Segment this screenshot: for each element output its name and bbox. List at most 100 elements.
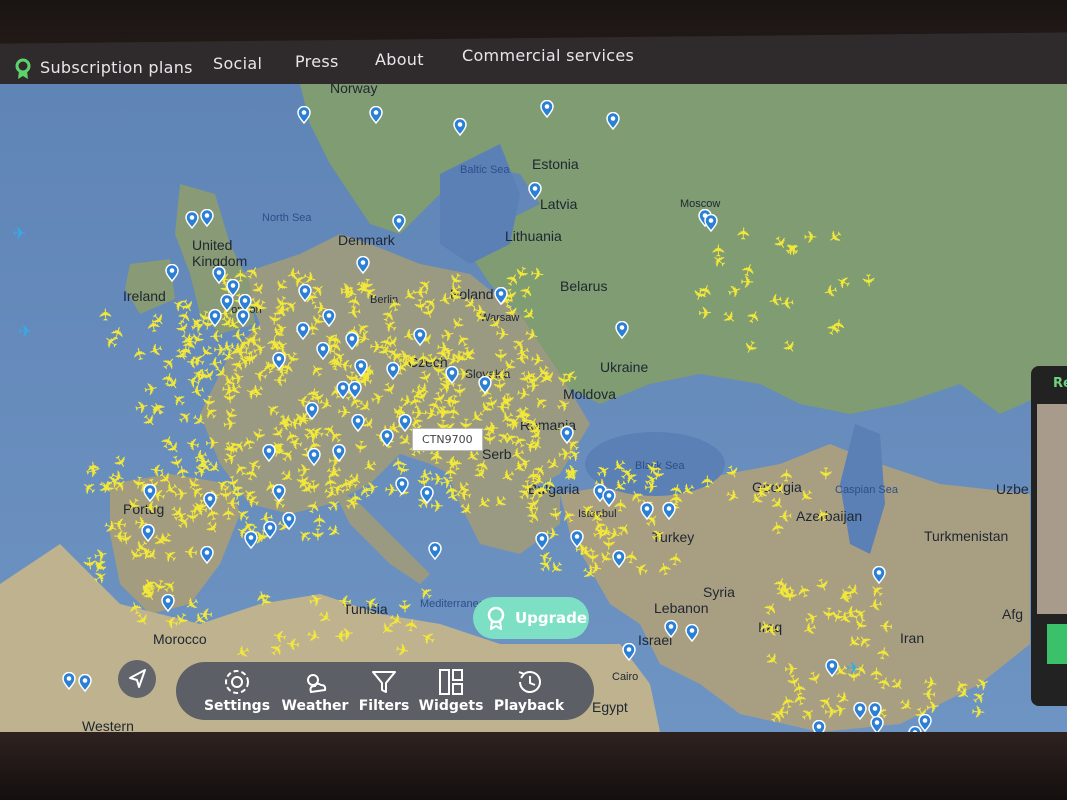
airport-pin-icon[interactable] (200, 546, 214, 564)
weather-button[interactable]: Weather (280, 662, 350, 720)
nav-social[interactable]: Social (213, 54, 262, 73)
aircraft-icon[interactable]: ✈ (348, 438, 370, 455)
aircraft-icon[interactable]: ✈ (829, 317, 851, 334)
airport-pin-icon[interactable] (141, 524, 155, 542)
flight-callsign-tag[interactable]: CTN9700 (412, 428, 483, 451)
aircraft-icon[interactable]: ✈ (815, 466, 835, 481)
aircraft-icon[interactable]: ✈ (666, 551, 688, 568)
aircraft-icon[interactable]: ✈ (543, 506, 565, 524)
airport-pin-icon[interactable] (685, 624, 699, 642)
ad-side-panel[interactable]: Re (1031, 366, 1067, 706)
airport-pin-icon[interactable] (208, 309, 222, 327)
airport-pin-icon[interactable] (307, 448, 321, 466)
aircraft-icon[interactable]: ✈ (740, 273, 755, 293)
airport-pin-icon[interactable] (354, 359, 368, 377)
airport-pin-icon[interactable] (212, 266, 226, 284)
aircraft-icon[interactable]: ✈ (335, 402, 352, 424)
airport-pin-icon[interactable] (236, 309, 250, 327)
aircraft-icon[interactable]: ✈ (970, 703, 986, 724)
aircraft-icon[interactable]: ✈ (18, 324, 32, 341)
airport-pin-icon[interactable] (570, 530, 584, 548)
airport-pin-icon[interactable] (478, 376, 492, 394)
aircraft-icon[interactable]: ✈ (221, 414, 238, 436)
airport-pin-icon[interactable] (870, 716, 884, 732)
airport-pin-icon[interactable] (392, 214, 406, 232)
airport-pin-icon[interactable] (872, 566, 886, 584)
airport-pin-icon[interactable] (298, 284, 312, 302)
airport-pin-icon[interactable] (322, 309, 336, 327)
playback-button[interactable]: Playback (492, 662, 566, 720)
airport-pin-icon[interactable] (560, 426, 574, 444)
aircraft-icon[interactable]: ✈ (143, 317, 165, 334)
aircraft-icon[interactable]: ✈ (777, 577, 795, 599)
airport-pin-icon[interactable] (612, 550, 626, 568)
aircraft-icon[interactable]: ✈ (12, 226, 26, 243)
nav-about[interactable]: About (375, 50, 424, 69)
aircraft-icon[interactable]: ✈ (334, 625, 349, 645)
airport-pin-icon[interactable] (825, 659, 839, 677)
airport-pin-icon[interactable] (395, 477, 409, 495)
aircraft-icon[interactable]: ✈ (699, 474, 719, 488)
airport-pin-icon[interactable] (244, 531, 258, 549)
aircraft-icon[interactable]: ✈ (846, 661, 860, 678)
aircraft-icon[interactable]: ✈ (346, 300, 363, 322)
airport-pin-icon[interactable] (420, 486, 434, 504)
airport-pin-icon[interactable] (413, 328, 427, 346)
aircraft-icon[interactable]: ✈ (263, 310, 285, 327)
aircraft-icon[interactable]: ✈ (346, 491, 367, 507)
aircraft-icon[interactable]: ✈ (778, 504, 794, 525)
airport-pin-icon[interactable] (143, 484, 157, 502)
airport-pin-icon[interactable] (165, 264, 179, 282)
airport-pin-icon[interactable] (351, 414, 365, 432)
airport-pin-icon[interactable] (282, 512, 296, 530)
airport-pin-icon[interactable] (220, 294, 234, 312)
airport-pin-icon[interactable] (386, 362, 400, 380)
airport-pin-icon[interactable] (203, 492, 217, 510)
airport-pin-icon[interactable] (602, 489, 616, 507)
airport-pin-icon[interactable] (305, 402, 319, 420)
airport-pin-icon[interactable] (161, 594, 175, 612)
airport-pin-icon[interactable] (853, 702, 867, 720)
airport-pin-icon[interactable] (812, 720, 826, 732)
airport-pin-icon[interactable] (528, 182, 542, 200)
airport-pin-icon[interactable] (263, 521, 277, 539)
aircraft-icon[interactable]: ✈ (878, 615, 894, 636)
aircraft-icon[interactable]: ✈ (205, 434, 221, 455)
airport-pin-icon[interactable] (380, 429, 394, 447)
airport-pin-icon[interactable] (297, 106, 311, 124)
airport-pin-icon[interactable] (664, 620, 678, 638)
aircraft-icon[interactable]: ✈ (213, 341, 228, 361)
filters-button[interactable]: Filters (356, 662, 412, 720)
settings-button[interactable]: Settings (202, 662, 272, 720)
nav-press[interactable]: Press (295, 52, 339, 71)
aircraft-icon[interactable]: ✈ (310, 513, 330, 528)
airport-pin-icon[interactable] (615, 321, 629, 339)
widgets-button[interactable]: Widgets (418, 662, 484, 720)
airport-pin-icon[interactable] (428, 542, 442, 560)
airport-pin-icon[interactable] (78, 674, 92, 692)
flight-map[interactable]: Baltic Sea North Sea Black Sea Caspian S… (0, 84, 1067, 732)
aircraft-icon[interactable]: ✈ (857, 272, 878, 288)
my-location-button[interactable] (118, 660, 156, 698)
upgrade-button[interactable]: Upgrade (473, 597, 589, 639)
aircraft-icon[interactable]: ✈ (226, 492, 240, 512)
airport-pin-icon[interactable] (445, 366, 459, 384)
airport-pin-icon[interactable] (622, 643, 636, 661)
aircraft-icon[interactable]: ✈ (697, 304, 712, 324)
aircraft-icon[interactable]: ✈ (734, 226, 755, 241)
airport-pin-icon[interactable] (369, 106, 383, 124)
aircraft-icon[interactable]: ✈ (97, 307, 117, 322)
airport-pin-icon[interactable] (200, 209, 214, 227)
airport-pin-icon[interactable] (494, 287, 508, 305)
airport-pin-icon[interactable] (356, 256, 370, 274)
aircraft-icon[interactable]: ✈ (114, 530, 136, 547)
airport-pin-icon[interactable] (185, 211, 199, 229)
aircraft-icon[interactable]: ✈ (817, 606, 838, 622)
airport-pin-icon[interactable] (316, 342, 330, 360)
aircraft-icon[interactable]: ✈ (183, 540, 199, 561)
airport-pin-icon[interactable] (262, 444, 276, 462)
airport-pin-icon[interactable] (535, 532, 549, 550)
nav-commercial-services[interactable]: Commercial services (462, 46, 634, 65)
airport-pin-icon[interactable] (662, 502, 676, 520)
aircraft-icon[interactable]: ✈ (803, 230, 817, 247)
